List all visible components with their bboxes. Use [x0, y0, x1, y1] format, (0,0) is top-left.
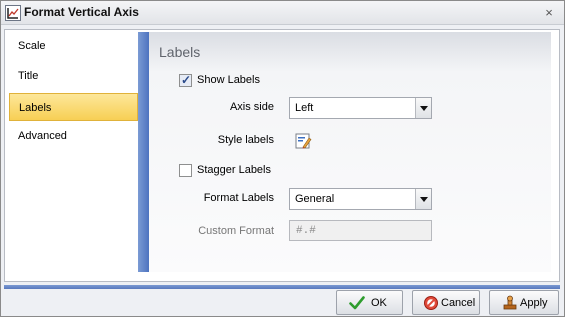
ok-button-label: OK — [371, 297, 387, 309]
format-vertical-axis-dialog: Format Vertical Axis × Scale Title Label… — [0, 0, 565, 317]
nav-item-advanced[interactable]: Advanced — [9, 122, 138, 150]
style-labels-label: Style labels — [217, 134, 274, 146]
axis-side-value: Left — [295, 102, 314, 114]
style-labels-icon[interactable] — [294, 132, 312, 150]
cancel-icon — [424, 296, 438, 310]
chevron-down-icon[interactable] — [415, 189, 431, 209]
format-labels-label: Format Labels — [203, 192, 274, 204]
chart-axis-icon — [5, 5, 21, 21]
cancel-button-label: Cancel — [441, 297, 476, 309]
cancel-button[interactable]: Cancel — [412, 290, 480, 315]
title-bar: Format Vertical Axis × — [1, 1, 564, 25]
chevron-down-icon[interactable] — [415, 98, 431, 118]
close-icon[interactable]: × — [542, 6, 556, 20]
custom-format-label: Custom Format — [198, 225, 274, 237]
nav-separator — [138, 32, 149, 272]
section-title: Labels — [159, 44, 201, 60]
axis-side-select[interactable]: Left — [289, 97, 432, 119]
nav-item-labels[interactable]: Labels — [9, 93, 138, 121]
custom-format-input: #.# — [289, 220, 432, 241]
ok-button[interactable]: OK — [336, 290, 403, 315]
apply-icon — [503, 295, 517, 310]
show-labels-checkbox[interactable]: ✓ — [179, 73, 192, 87]
checkmark-icon: ✓ — [180, 73, 192, 87]
stagger-labels-label: Stagger Labels — [197, 164, 271, 176]
format-labels-select[interactable]: General — [289, 188, 432, 210]
format-labels-value: General — [295, 193, 335, 205]
show-labels-label: Show Labels — [197, 74, 260, 86]
nav-item-title[interactable]: Title — [9, 62, 138, 90]
nav-item-scale[interactable]: Scale — [9, 32, 138, 60]
dialog-title: Format Vertical Axis — [24, 5, 139, 19]
checkmark-icon — [349, 296, 365, 310]
category-nav: Scale Title Labels Advanced — [9, 32, 138, 272]
axis-side-label: Axis side — [229, 101, 274, 113]
stagger-labels-checkbox[interactable] — [179, 164, 192, 177]
custom-format-value: #.# — [296, 225, 316, 237]
apply-button[interactable]: Apply — [489, 290, 559, 315]
apply-button-label: Apply — [520, 297, 548, 309]
